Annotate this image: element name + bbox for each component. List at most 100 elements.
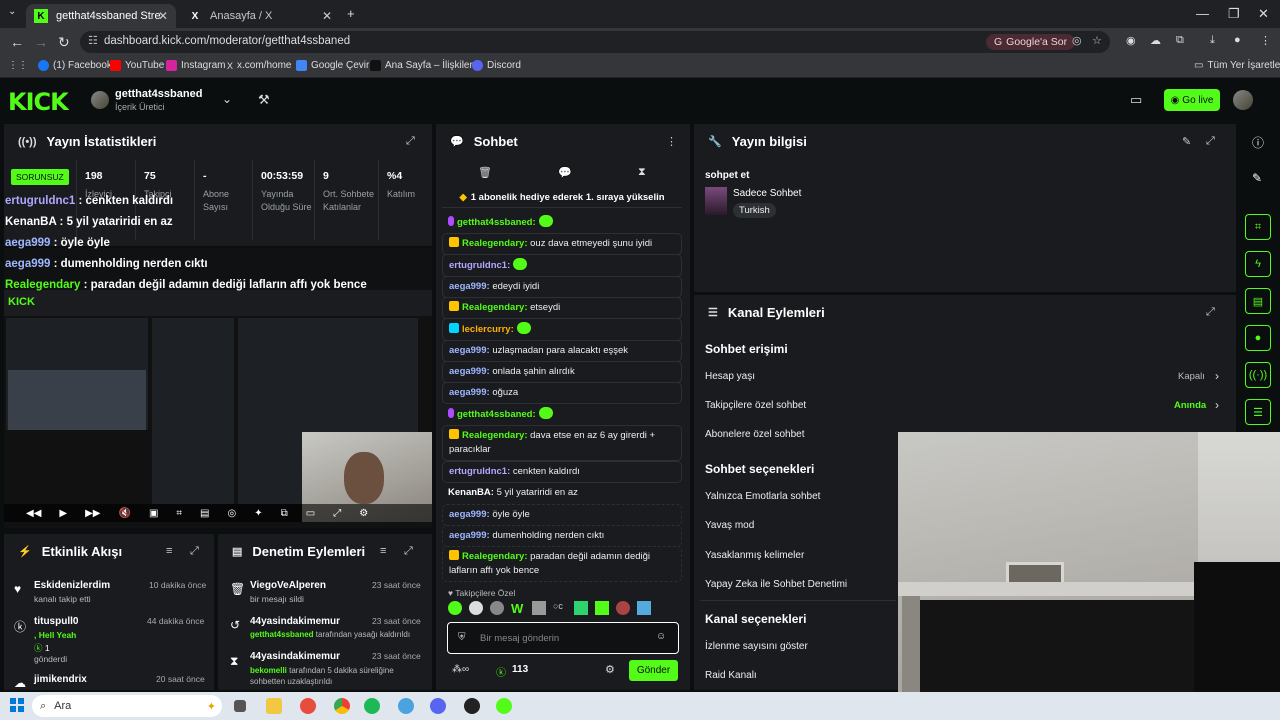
- close-tab-icon[interactable]: ✕: [322, 9, 332, 23]
- go-live-button[interactable]: ◉ Go live: [1164, 89, 1220, 111]
- followers-only-setting[interactable]: Takipçilere özel sohbet: [705, 400, 806, 411]
- forward-icon[interactable]: ▶▶: [85, 508, 100, 519]
- chat-user[interactable]: Realegendary: [462, 430, 524, 441]
- category-name[interactable]: Sadece Sohbet: [733, 188, 801, 199]
- spotify-icon[interactable]: [364, 698, 380, 714]
- chevron-down-icon[interactable]: ⌄: [222, 92, 232, 106]
- chat-message[interactable]: ertugruldnc1:: [442, 254, 682, 277]
- emote-icon[interactable]: ○c: [553, 601, 567, 615]
- apps-icon[interactable]: ⋮⋮: [8, 60, 28, 71]
- chat-mode-icon[interactable]: 💬: [558, 166, 572, 179]
- discord-app-icon[interactable]: [430, 698, 446, 714]
- emote-w-icon[interactable]: W: [511, 601, 525, 616]
- emote-icon[interactable]: [574, 601, 588, 615]
- profile-icon[interactable]: ●: [1234, 34, 1241, 46]
- windows-start-icon[interactable]: [10, 698, 24, 712]
- minimize-icon[interactable]: —: [1196, 6, 1209, 21]
- taskbar-search[interactable]: ⌕ Ara ✦: [32, 695, 222, 717]
- info-icon[interactable]: ⓘ: [1252, 134, 1264, 151]
- chat-message[interactable]: KenanBA: 5 yil yatariridi en az: [442, 483, 682, 503]
- chat-message[interactable]: getthat4ssbaned:: [442, 404, 682, 425]
- more-icon[interactable]: ⋮: [666, 135, 677, 148]
- bookmark-iliskiler[interactable]: Ana Sayfa – İlişkiler...: [370, 60, 481, 71]
- channel-name[interactable]: getthat4ssbaned: [115, 88, 202, 100]
- close-tab-icon[interactable]: ✕: [158, 9, 168, 23]
- filter-icon[interactable]: ≡: [380, 545, 386, 557]
- banned-words-setting[interactable]: Yasaklanmış kelimeler: [705, 550, 804, 561]
- channel-avatar[interactable]: [91, 91, 109, 109]
- chevron-right-icon[interactable]: ›: [1215, 398, 1219, 412]
- pencil-icon[interactable]: ✎: [1252, 171, 1262, 185]
- settings-icon[interactable]: ⚙: [359, 508, 368, 519]
- show-viewers-setting[interactable]: İzlenme sayısını göster: [705, 641, 808, 652]
- reload-icon[interactable]: ↻: [58, 34, 70, 51]
- chat-message[interactable]: aega999: öyle öyle: [442, 504, 682, 526]
- kick-logo[interactable]: KICK: [8, 88, 69, 116]
- chat-message[interactable]: getthat4ssbaned:: [442, 212, 682, 233]
- chat-user[interactable]: aega999: [449, 366, 487, 377]
- ai-moderation-setting[interactable]: Yapay Zeka ile Sohbet Denetimi: [705, 579, 847, 590]
- obs-icon[interactable]: [464, 698, 480, 714]
- chat-user[interactable]: getthat4ssbaned: [457, 217, 533, 228]
- chrome-icon[interactable]: [334, 698, 350, 714]
- tab-search-icon[interactable]: ⌄: [8, 6, 16, 17]
- chat-message[interactable]: leclercurry:: [442, 318, 682, 341]
- emote-icon[interactable]: [490, 601, 504, 615]
- new-tab-icon[interactable]: +: [347, 6, 355, 21]
- mod-user[interactable]: 44yasindakimemur: [250, 651, 340, 662]
- all-bookmarks[interactable]: ▭ Tüm Yer İşaretleri: [1194, 60, 1280, 71]
- lightning-icon[interactable]: ϟ: [1245, 251, 1271, 277]
- subs-only-setting[interactable]: Abonelere özel sohbet: [705, 429, 805, 440]
- send-button[interactable]: Gönder: [629, 660, 678, 681]
- extension-icon[interactable]: ◉: [1126, 34, 1136, 47]
- task-view-icon[interactable]: [234, 700, 246, 712]
- record-icon[interactable]: ◎: [227, 508, 236, 519]
- user-avatar[interactable]: [1233, 90, 1253, 110]
- play-icon[interactable]: ▶: [59, 508, 67, 519]
- chat-message[interactable]: aega999: onlada şahin alırdık: [442, 361, 682, 383]
- chat-message[interactable]: aega999: dumenholding nerden cıktı: [442, 525, 682, 547]
- stack-icon[interactable]: ☰: [1245, 399, 1271, 425]
- activity-user[interactable]: Eskidenizlerdim: [34, 580, 110, 591]
- chat-message[interactable]: ertugruldnc1: cenkten kaldırdı: [442, 461, 682, 483]
- chat-user[interactable]: Realegendary: [462, 238, 524, 249]
- close-window-icon[interactable]: ✕: [1258, 6, 1269, 22]
- sparkle-icon[interactable]: ✦: [254, 508, 262, 519]
- broadcast-icon[interactable]: ((·)): [1245, 362, 1271, 388]
- trash-icon[interactable]: 🗑: [478, 166, 492, 179]
- mod-user[interactable]: ViegoVeAlperen: [250, 580, 326, 591]
- clip-icon[interactable]: ⌗: [1245, 214, 1271, 240]
- popout-icon[interactable]: ⤢: [1206, 306, 1215, 319]
- account-age-label[interactable]: Hesap yaşı: [705, 371, 755, 382]
- chat-message[interactable]: Realegendary: ouz dava etmeyedi şunu iyi…: [442, 233, 682, 255]
- site-info-icon[interactable]: ☷: [88, 34, 98, 47]
- slow-mode-setting[interactable]: Yavaş mod: [705, 520, 754, 531]
- chat-message[interactable]: Realegendary: etseydi: [442, 297, 682, 319]
- mod-user[interactable]: 44yasindakimemur: [250, 616, 340, 627]
- tab-x[interactable]: X Anasayfa / X ✕: [180, 4, 340, 28]
- chat-user[interactable]: Realegendary: [462, 551, 524, 562]
- restore-icon[interactable]: ❐: [1228, 6, 1240, 22]
- chat-user[interactable]: aega999: [449, 281, 487, 292]
- mod-actor[interactable]: bekomelli: [250, 666, 287, 675]
- emoji-icon[interactable]: ☺: [656, 631, 666, 642]
- mod-actor[interactable]: getthat4ssbaned: [250, 630, 314, 639]
- account-age-value[interactable]: Kapalı: [1178, 371, 1205, 382]
- bookmark-youtube[interactable]: YouTube: [110, 60, 164, 71]
- layout-icon[interactable]: ▭: [1130, 92, 1142, 108]
- camera-icon[interactable]: ▣: [149, 508, 158, 519]
- emote-icon[interactable]: [595, 601, 609, 615]
- app-icon[interactable]: [300, 698, 316, 714]
- popout-icon[interactable]: ⤢: [1206, 135, 1215, 148]
- download-icon[interactable]: ⤓: [1210, 34, 1215, 47]
- eye-off-icon[interactable]: ◎: [1072, 34, 1082, 47]
- chat-message[interactable]: Realegendary: dava etse en az 6 ay girer…: [442, 425, 682, 461]
- emote-icon[interactable]: [448, 601, 462, 615]
- fullscreen-icon[interactable]: ⤢: [333, 508, 341, 519]
- star-icon[interactable]: ☆: [1092, 34, 1102, 47]
- tab-kick[interactable]: K getthat4ssbaned Stream - Kick ✕: [26, 4, 176, 28]
- pip-icon[interactable]: ⧉: [281, 508, 288, 519]
- bookmark-discord[interactable]: Discord: [472, 60, 521, 71]
- file-explorer-icon[interactable]: [266, 698, 282, 714]
- mute-icon[interactable]: 🔇: [118, 508, 130, 519]
